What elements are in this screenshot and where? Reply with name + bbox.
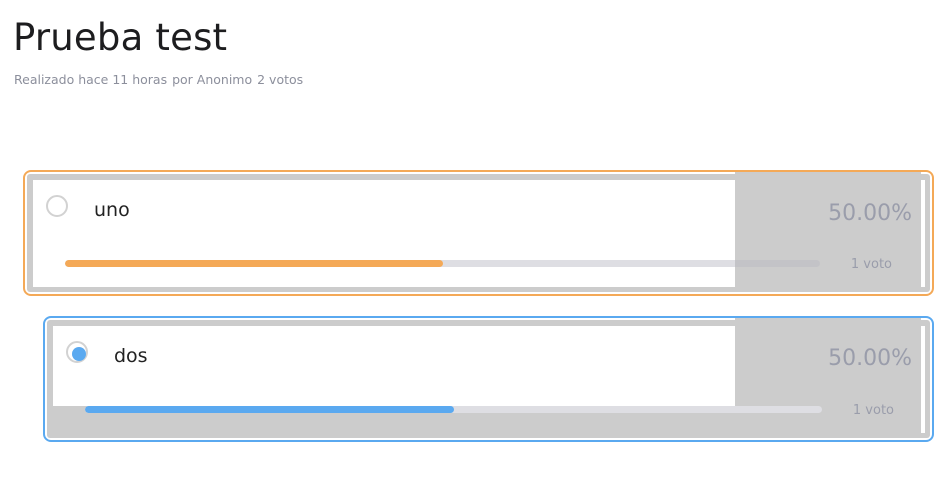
option-radio[interactable]: [46, 195, 68, 217]
poll-title: Prueba test: [13, 16, 228, 59]
option-votes: 1 voto: [850, 257, 892, 272]
poll-created-time: Realizado hace 11 horas: [14, 72, 168, 87]
option-progress-fill: [85, 406, 454, 413]
option-label: dos: [114, 345, 148, 367]
option-progress-track: [85, 406, 822, 413]
option-panel-edge: [921, 180, 925, 287]
option-panel-edge: [921, 326, 925, 433]
option-shade: [735, 172, 921, 287]
poll-option-uno[interactable]: uno 50.00% 1 voto: [23, 170, 934, 296]
option-votes: 1 voto: [852, 403, 894, 418]
option-progress-fill: [65, 260, 443, 267]
poll-total-votes: 2 votos: [257, 72, 304, 87]
option-radio-selected-dot: [72, 347, 86, 361]
option-panel: [33, 180, 735, 287]
poll-option-dos[interactable]: dos 50.00% 1 voto: [43, 316, 934, 442]
option-percent: 50.00%: [828, 346, 912, 371]
option-panel: [53, 326, 735, 406]
option-progress-shade: [735, 260, 820, 267]
option-radio[interactable]: [66, 341, 88, 363]
poll-author: por Anonimo: [172, 72, 253, 87]
option-label: uno: [94, 199, 130, 221]
poll-page: Prueba test Realizado hace 11 horas por A…: [0, 0, 940, 500]
option-progress-track: [65, 260, 820, 267]
poll-meta: Realizado hace 11 horas por Anonimo 2 voto…: [14, 72, 308, 88]
option-percent: 50.00%: [828, 201, 912, 226]
